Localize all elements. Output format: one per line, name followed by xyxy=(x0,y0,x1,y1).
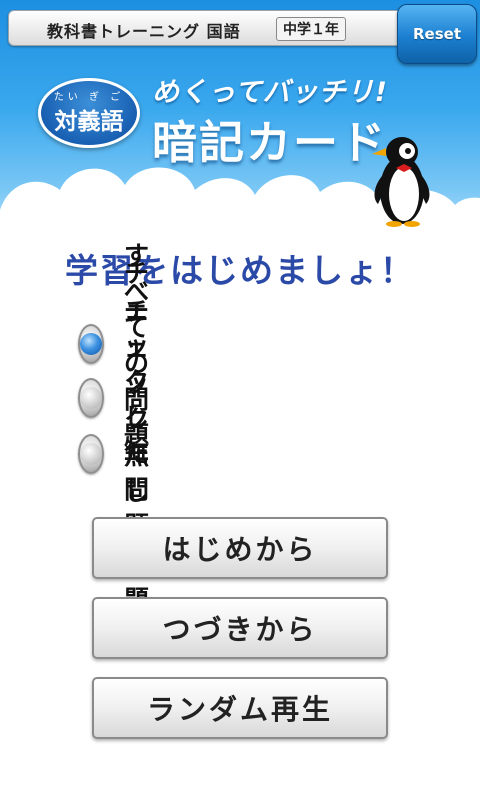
penguin-mascot-icon xyxy=(372,137,430,227)
page-heading: 学習をはじめましょ！ xyxy=(65,251,415,290)
continue-button[interactable]: つづきから xyxy=(92,597,388,659)
category-badge: たい ぎ ご 対義語 xyxy=(38,78,140,148)
radio-unselected-icon[interactable] xyxy=(78,378,104,418)
radio-unselected-icon[interactable] xyxy=(78,434,104,474)
badge-label: 対義語 xyxy=(54,109,124,135)
app-title: 教科書トレーニング 国語 xyxy=(47,22,241,41)
badge-ruby: たい ぎ ご xyxy=(53,92,125,103)
radio-selected-icon[interactable] xyxy=(78,324,104,364)
header-banner: 教科書トレーニング 国語 中学１年 Reset たい ぎ ご 対義語 めくってバ… xyxy=(0,0,480,240)
reset-button[interactable]: Reset xyxy=(397,4,477,64)
option-unchecked-questions[interactable]: チェック無しの問題 xyxy=(78,297,163,614)
app-title-bar: 教科書トレーニング 国語 中学１年 xyxy=(8,10,410,46)
catchphrase: めくってバッチリ! xyxy=(152,77,388,108)
start-from-beginning-button[interactable]: はじめから xyxy=(92,517,388,579)
grade-tag: 中学１年 xyxy=(276,17,346,41)
random-play-button[interactable]: ランダム再生 xyxy=(92,677,388,739)
app-logo-title: 暗記カード xyxy=(152,116,388,169)
